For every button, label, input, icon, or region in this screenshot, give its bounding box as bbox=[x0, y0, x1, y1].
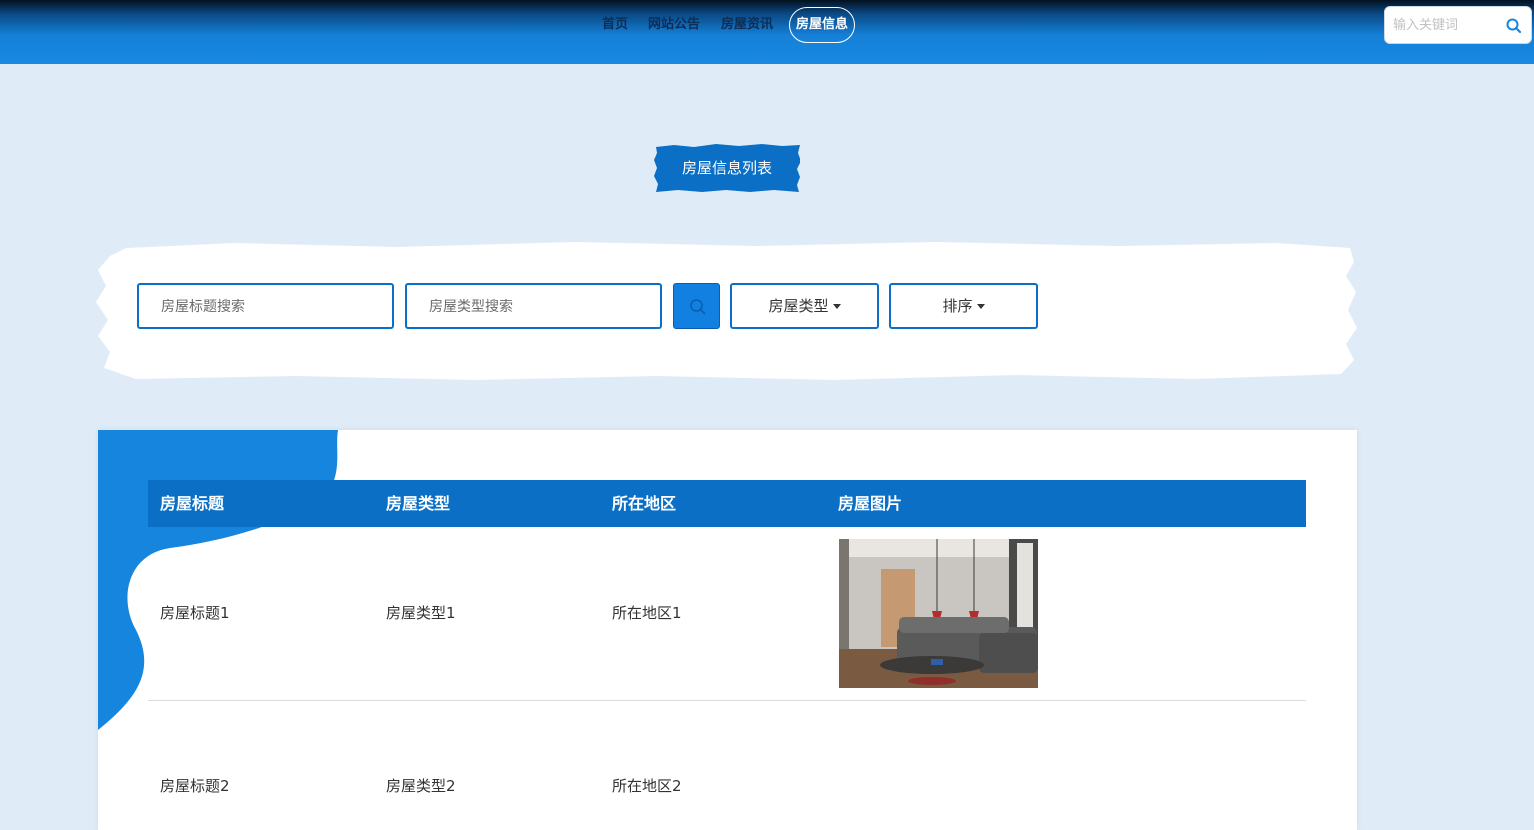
sort-dropdown[interactable]: 排序 bbox=[889, 283, 1038, 329]
column-header-title: 房屋标题 bbox=[160, 494, 225, 513]
page-title-banner: 房屋信息列表 bbox=[654, 143, 800, 193]
cell-type: 房屋类型2 bbox=[386, 777, 456, 795]
nav-item-house-info[interactable]: 房屋信息 bbox=[789, 7, 856, 43]
cell-title[interactable]: 房屋标题1 bbox=[160, 602, 230, 624]
house-type-dropdown[interactable]: 房屋类型 bbox=[730, 283, 879, 329]
cell-region: 所在地区2 bbox=[612, 777, 682, 795]
house-type-dropdown-label: 房屋类型 bbox=[768, 297, 829, 315]
main-nav: 首页 网站公告 房屋资讯 房屋信息 bbox=[0, 0, 1534, 48]
title-search-input[interactable] bbox=[159, 297, 379, 317]
page-title: 房屋信息列表 bbox=[681, 159, 772, 177]
decorative-wave-shape bbox=[98, 430, 338, 730]
column-header-image: 房屋图片 bbox=[838, 494, 903, 513]
top-nav-bar: 首页 网站公告 房屋资讯 房屋信息 bbox=[0, 0, 1534, 64]
sort-dropdown-label: 排序 bbox=[942, 297, 973, 315]
search-button[interactable] bbox=[673, 283, 720, 329]
cell-region: 所在地区1 bbox=[612, 604, 682, 622]
type-search-field bbox=[405, 283, 662, 329]
caret-down-icon bbox=[832, 304, 841, 309]
global-search bbox=[1384, 6, 1532, 44]
table-header: 房屋标题 房屋类型 所在地区 房屋图片 bbox=[148, 480, 1306, 527]
cell-type: 房屋类型1 bbox=[386, 604, 456, 622]
caret-down-icon bbox=[976, 304, 985, 309]
column-header-type: 房屋类型 bbox=[386, 494, 451, 513]
house-list-card: 房屋标题 房屋类型 所在地区 房屋图片 房屋标题1 房屋类型1 所在地区1 房屋… bbox=[98, 430, 1357, 830]
search-icon[interactable] bbox=[1505, 17, 1523, 35]
search-icon bbox=[690, 299, 706, 315]
row-divider bbox=[148, 700, 1306, 701]
title-search-field bbox=[137, 283, 394, 329]
cell-title[interactable]: 房屋标题2 bbox=[160, 775, 230, 797]
type-search-input[interactable] bbox=[427, 297, 647, 317]
column-header-region: 所在地区 bbox=[612, 494, 677, 513]
nav-item-announcements[interactable]: 网站公告 bbox=[648, 14, 700, 36]
search-input[interactable] bbox=[1391, 15, 1501, 35]
nav-item-house-news[interactable]: 房屋资讯 bbox=[721, 14, 773, 36]
house-photo[interactable] bbox=[839, 539, 1038, 688]
nav-item-home[interactable]: 首页 bbox=[602, 14, 628, 36]
